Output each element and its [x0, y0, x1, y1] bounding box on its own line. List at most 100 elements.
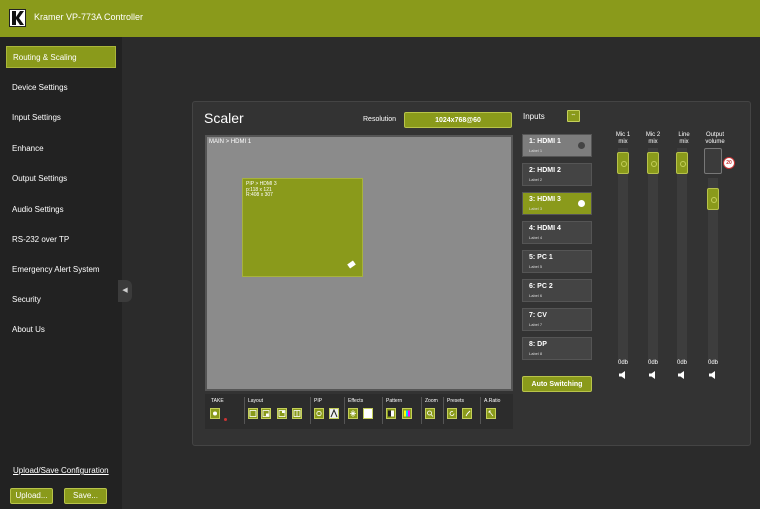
input-dp[interactable]: 8: DP Label 8: [522, 337, 592, 360]
mic1-mix-label: Mic 1 mix: [615, 132, 631, 145]
upload-button[interactable]: Upload...: [10, 488, 53, 504]
toolbar-divider: [310, 397, 311, 424]
toolbar-divider: [480, 397, 481, 424]
input-name: 8: DP: [529, 341, 547, 348]
line-mix-label: Line mix: [678, 132, 690, 145]
presets-label: Presets: [447, 398, 464, 404]
sidebar-item-device-settings[interactable]: Device Settings: [6, 77, 116, 99]
input-label: Label 4: [529, 235, 543, 240]
app-title: Kramer VP-773A Controller: [34, 12, 144, 22]
input-label: Label 2: [529, 177, 543, 182]
input-name: 4: HDMI 4: [529, 225, 561, 232]
active-dot-icon: [578, 200, 585, 207]
save-button[interactable]: Save...: [64, 488, 107, 504]
top-bar: Kramer VP-773A Controller: [0, 0, 760, 37]
input-name: 1: HDMI 1: [529, 138, 561, 145]
swap-icon[interactable]: ⇔: [567, 110, 580, 122]
take-indicator-icon: [224, 418, 227, 421]
main-window-label: MAIN > HDMI 1: [209, 139, 252, 145]
mic2-mix-label: Mic 2 mix: [645, 132, 661, 145]
line-slider-track[interactable]: [677, 148, 687, 362]
scaler-title: Scaler: [204, 110, 244, 126]
mic1-db-value: 0db: [617, 360, 628, 366]
sidebar-item-security[interactable]: Security: [6, 289, 116, 311]
sidebar-item-rs232-over-tp[interactable]: RS-232 over TP: [6, 229, 116, 251]
input-label: Label 5: [529, 264, 543, 269]
resolution-select[interactable]: 1024x768@60: [404, 112, 512, 128]
zoom-icon[interactable]: [425, 408, 435, 419]
presets-pin-icon[interactable]: [462, 408, 472, 419]
toolbar-divider: [443, 397, 444, 424]
toolbar-divider: [382, 397, 383, 424]
toolbar-divider: [244, 397, 245, 424]
resolution-label: Resolution: [363, 116, 397, 123]
input-pc2[interactable]: 6: PC 2 Label 6: [522, 279, 592, 302]
sidebar-item-audio-settings[interactable]: Audio Settings: [6, 199, 116, 221]
toolbar-divider: [344, 397, 345, 424]
sidebar: Routing & Scaling Device Settings Input …: [0, 37, 122, 509]
input-hdmi1[interactable]: 1: HDMI 1 Label 1: [522, 134, 592, 157]
sidebar-item-input-settings[interactable]: Input Settings: [6, 107, 116, 129]
toolbar-divider: [421, 397, 422, 424]
input-name: 3: HDMI 3: [529, 196, 561, 203]
layout-label: Layout: [248, 398, 264, 404]
volume-badge-icon: 20: [723, 157, 735, 169]
sidebar-item-enhance[interactable]: Enhance: [6, 138, 116, 160]
output-volume-box: [704, 148, 722, 174]
line-slider-handle[interactable]: [676, 152, 688, 174]
line-speaker-icon[interactable]: [677, 370, 687, 380]
effects-blank-button[interactable]: [363, 408, 373, 419]
presets-recall-icon[interactable]: [447, 408, 457, 419]
pip-toggle-button[interactable]: [314, 408, 324, 419]
mic2-db-value: 0db: [647, 360, 658, 366]
aspect-ratio-label: A.Ratio: [484, 398, 501, 404]
layout-pop-button[interactable]: [277, 408, 287, 419]
input-label: Label 8: [529, 351, 543, 356]
inputs-title: Inputs: [523, 112, 545, 121]
input-name: 6: PC 2: [529, 283, 553, 290]
sidebar-item-routing-scaling[interactable]: Routing & Scaling: [6, 46, 116, 68]
pip-label: PIP: [314, 398, 323, 404]
pattern-bars-button[interactable]: [386, 408, 396, 419]
sidebar-collapse-button[interactable]: ◀: [118, 280, 132, 302]
input-hdmi4[interactable]: 4: HDMI 4 Label 4: [522, 221, 592, 244]
effects-fade-button[interactable]: [348, 408, 358, 419]
pip-size-label: R:408 x 307: [246, 192, 273, 198]
layout-single-button[interactable]: [248, 408, 258, 419]
take-button[interactable]: [210, 408, 220, 419]
layout-pip-button[interactable]: [261, 408, 271, 419]
mic2-speaker-icon[interactable]: [648, 370, 658, 380]
active-dot-icon: [578, 142, 585, 149]
mic2-slider-handle[interactable]: [647, 152, 659, 174]
take-label: TAKE: [211, 398, 224, 404]
sidebar-item-output-settings[interactable]: Output Settings: [6, 168, 116, 190]
auto-switching-button[interactable]: Auto Switching: [522, 376, 592, 392]
output-slider-handle[interactable]: [707, 188, 719, 210]
input-name: 7: CV: [529, 312, 547, 319]
mic1-slider-handle[interactable]: [617, 152, 629, 174]
output-db-value: 0db: [707, 360, 718, 366]
output-speaker-icon[interactable]: [708, 370, 718, 380]
aspect-ratio-icon[interactable]: [486, 408, 496, 419]
input-label: Label 3: [529, 206, 543, 211]
input-label: Label 7: [529, 322, 543, 327]
mic2-slider-track[interactable]: [648, 148, 658, 362]
layout-split-button[interactable]: [292, 408, 302, 419]
pip-swap-button[interactable]: [329, 408, 339, 419]
input-name: 2: HDMI 2: [529, 167, 561, 174]
input-cv[interactable]: 7: CV Label 7: [522, 308, 592, 331]
input-hdmi2[interactable]: 2: HDMI 2 Label 2: [522, 163, 592, 186]
zoom-label: Zoom: [425, 398, 438, 404]
sidebar-item-about-us[interactable]: About Us: [6, 319, 116, 341]
input-label: Label 1: [529, 148, 543, 153]
mic1-slider-track[interactable]: [618, 148, 628, 362]
input-name: 5: PC 1: [529, 254, 553, 261]
mic1-speaker-icon[interactable]: [618, 370, 628, 380]
input-hdmi3[interactable]: 3: HDMI 3 Label 3: [522, 192, 592, 215]
upload-save-configuration-link[interactable]: Upload/Save Configuration: [13, 466, 109, 475]
sidebar-item-emergency-alert[interactable]: Emergency Alert System: [6, 259, 116, 281]
kramer-logo-icon: [9, 9, 26, 27]
input-pc1[interactable]: 5: PC 1 Label 5: [522, 250, 592, 273]
line-db-value: 0db: [676, 360, 687, 366]
pattern-colorbars-button[interactable]: [402, 408, 412, 419]
